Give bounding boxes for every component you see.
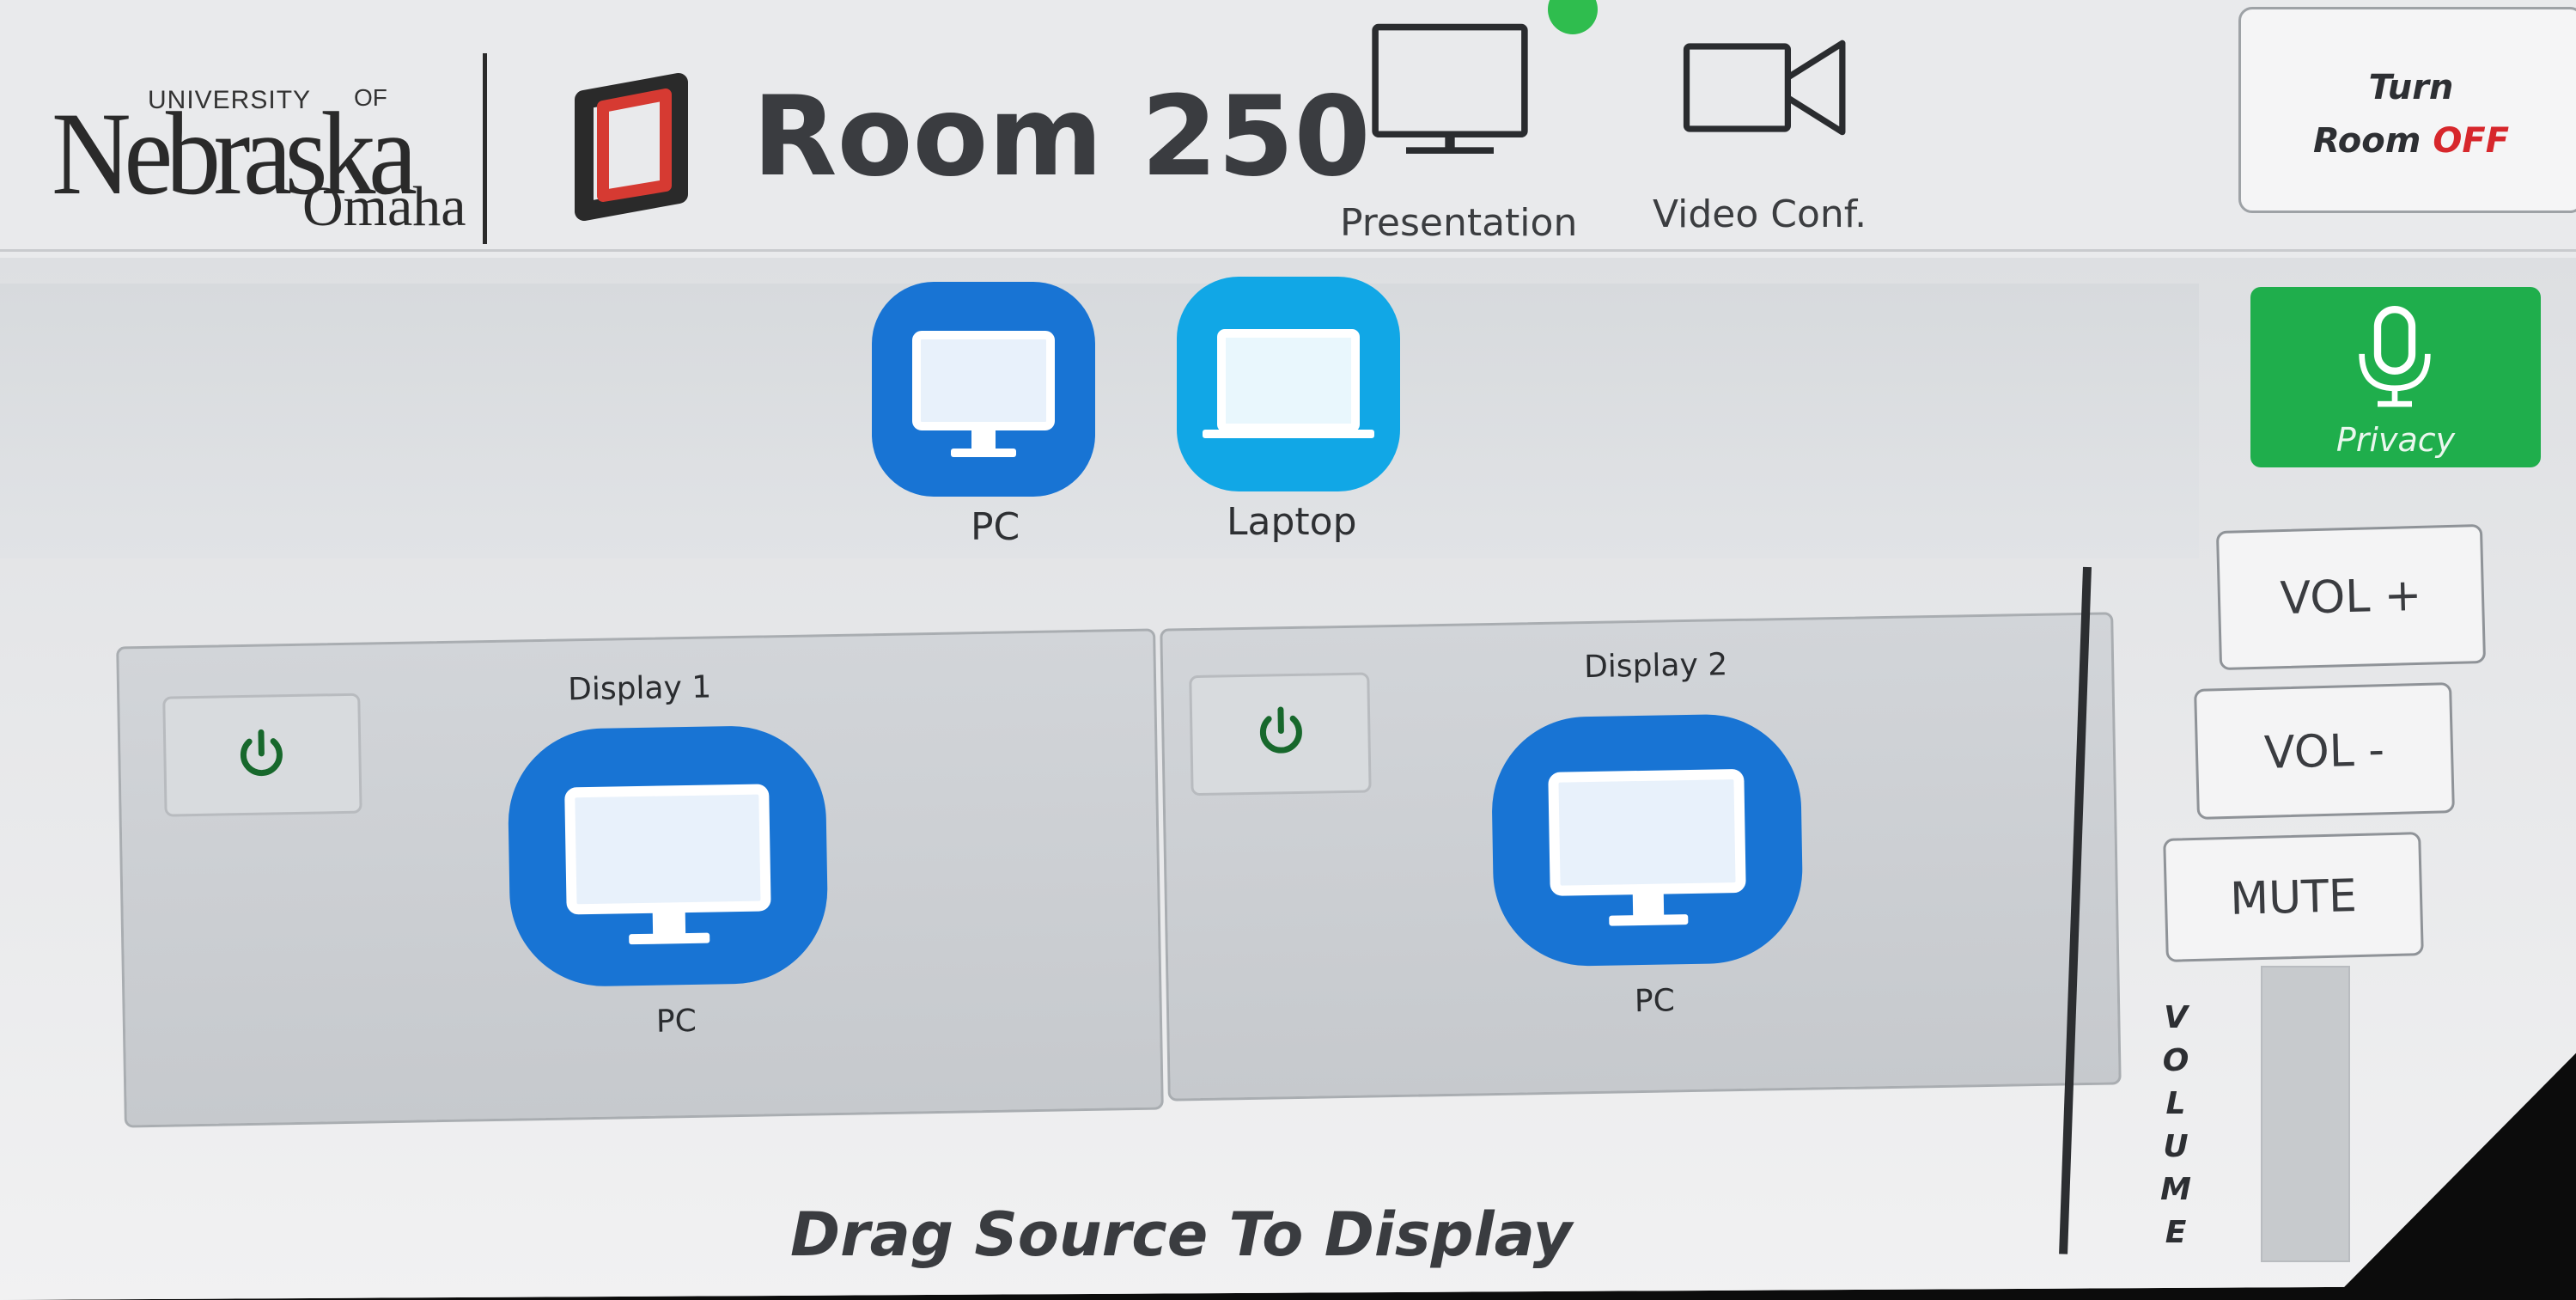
volume-down-button[interactable]: VOL - [2194, 682, 2455, 820]
monitor-icon [1372, 23, 1528, 154]
turn-room-off-line2: Room OFF [2312, 121, 2510, 161]
volume-letter: M [2160, 1172, 2191, 1207]
video-conf-mode-button[interactable]: Video Conf. [1649, 9, 1907, 258]
volume-vertical-label: V O L U M E [2154, 997, 2197, 1254]
logo-divider [483, 53, 487, 244]
display-2-source-label: PC [1634, 983, 1676, 1020]
laptop-icon [1203, 329, 1374, 438]
room-title: Room 250 [752, 73, 1371, 201]
display-1-title: Display 1 [567, 669, 712, 708]
o-logo-icon [575, 73, 688, 221]
power-icon [1259, 706, 1302, 754]
volume-letter: U [2163, 1129, 2189, 1164]
presentation-mode-button[interactable]: Presentation [1340, 9, 1598, 258]
video-conf-mode-label: Video Conf. [1653, 192, 1867, 236]
university-logo: UNIVERSITY OF Nebraska Omaha [52, 77, 466, 249]
source-pc-button[interactable] [872, 282, 1095, 497]
desktop-monitor-icon [564, 784, 771, 945]
power-icon [240, 729, 283, 777]
video-camera-icon [1683, 40, 1846, 136]
display-1-panel[interactable]: Display 1 PC [116, 628, 1164, 1128]
volume-letter: E [2165, 1215, 2187, 1250]
display-2-title: Display 2 [1583, 647, 1728, 686]
volume-letter: O [2162, 1043, 2189, 1078]
volume-level-meter[interactable] [2261, 966, 2350, 1262]
source-laptop-label: Laptop [1227, 500, 1357, 544]
volume-up-label: VOL + [2279, 569, 2423, 626]
source-laptop-button[interactable] [1177, 277, 1400, 491]
mute-button[interactable]: MUTE [2163, 832, 2424, 962]
display-2-power-button[interactable] [1189, 672, 1372, 796]
turn-room-off-button[interactable]: Turn Room OFF [2238, 7, 2576, 213]
desktop-monitor-icon [912, 331, 1055, 457]
display-1-source-label: PC [655, 1003, 697, 1040]
display-2-source-tile[interactable] [1490, 712, 1805, 967]
mute-label: MUTE [2229, 870, 2358, 925]
off-state-text: OFF [2433, 121, 2510, 161]
presentation-mode-label: Presentation [1340, 201, 1578, 245]
source-pc-label: PC [971, 505, 1020, 549]
drag-instruction: Drag Source To Display [790, 1199, 1573, 1270]
display-1-power-button[interactable] [162, 693, 362, 817]
privacy-label: Privacy [2335, 421, 2456, 459]
volume-down-label: VOL - [2263, 724, 2385, 779]
desktop-monitor-icon [1548, 769, 1746, 926]
logo-city-text: Omaha [302, 175, 466, 238]
display-2-panel[interactable]: Display 2 PC [1160, 612, 2122, 1102]
header-divider [0, 249, 2576, 252]
volume-letter: L [2165, 1086, 2186, 1121]
turn-room-off-line1: Turn [2368, 68, 2454, 107]
volume-up-button[interactable]: VOL + [2215, 523, 2487, 671]
touch-panel-screen: UNIVERSITY OF Nebraska Omaha Room 250 Pr… [0, 0, 2576, 1300]
privacy-mic-button[interactable]: Privacy [2250, 287, 2541, 467]
display-1-source-tile[interactable] [506, 724, 830, 988]
source-bar [0, 284, 2199, 558]
microphone-icon [2359, 306, 2431, 407]
volume-letter: V [2164, 1000, 2188, 1035]
